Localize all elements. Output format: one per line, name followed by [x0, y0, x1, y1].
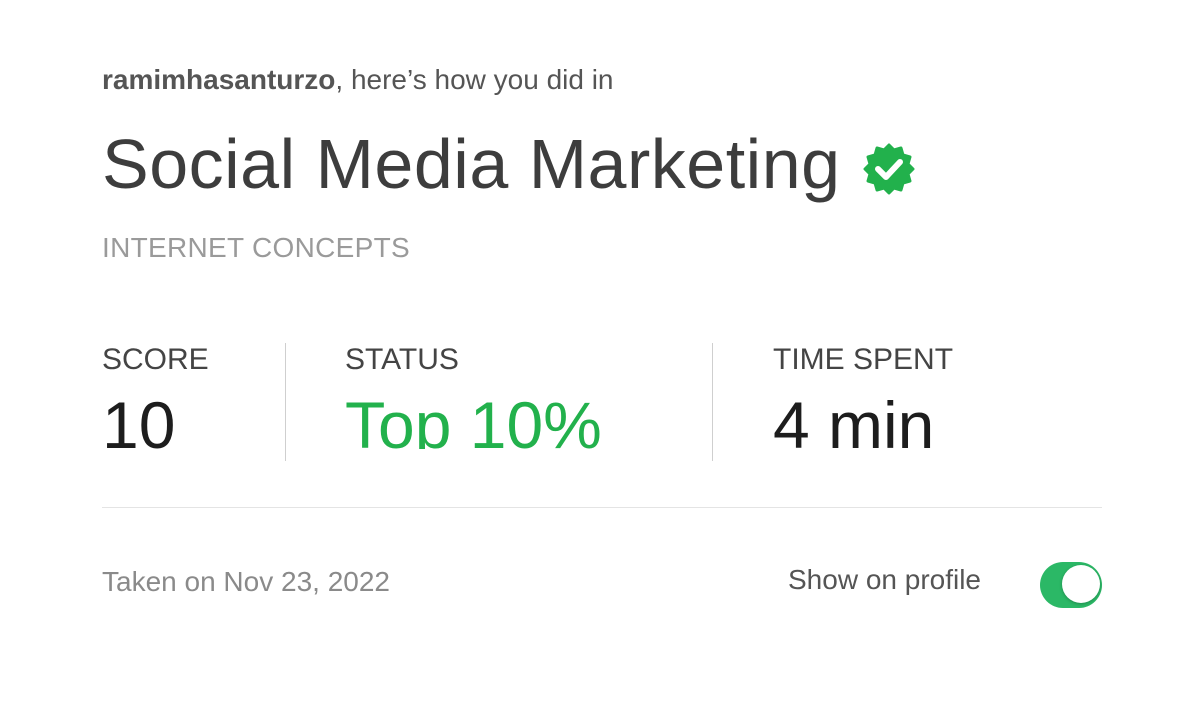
- toggle-knob: [1062, 565, 1100, 603]
- stat-divider: [712, 343, 713, 461]
- section-divider: [102, 507, 1102, 508]
- time-spent-value: 4 min: [773, 389, 935, 449]
- intro-line: ramimhasanturzo, here’s how you did in: [102, 64, 614, 96]
- show-on-profile-toggle[interactable]: [1040, 562, 1102, 608]
- assessment-category: INTERNET CONCEPTS: [102, 232, 410, 263]
- show-on-profile-label: Show on profile: [788, 564, 982, 595]
- stats-row: SCORE 10 STATUS Top 10% TIME SPENT 4 min: [102, 343, 1102, 463]
- score-label: SCORE: [102, 343, 209, 376]
- time-spent-label: TIME SPENT: [773, 343, 954, 376]
- status-label: STATUS: [345, 343, 459, 376]
- username: ramimhasanturzo: [102, 64, 336, 95]
- assessment-title: Social Media Marketing: [102, 125, 841, 203]
- status-stat: STATUS Top 10%: [345, 343, 705, 463]
- score-stat: SCORE 10: [102, 343, 282, 463]
- stat-divider: [285, 343, 286, 461]
- score-value: 10: [102, 389, 176, 449]
- assessment-result-card: ramimhasanturzo, here’s how you did in S…: [102, 0, 1102, 721]
- status-value: Top 10%: [345, 389, 602, 449]
- intro-suffix: , here’s how you did in: [335, 64, 614, 95]
- verified-badge-icon: [863, 143, 915, 195]
- taken-on-date: Taken on Nov 23, 2022: [102, 566, 390, 597]
- time-spent-stat: TIME SPENT 4 min: [773, 343, 1093, 463]
- title-row: Social Media Marketing: [102, 124, 915, 204]
